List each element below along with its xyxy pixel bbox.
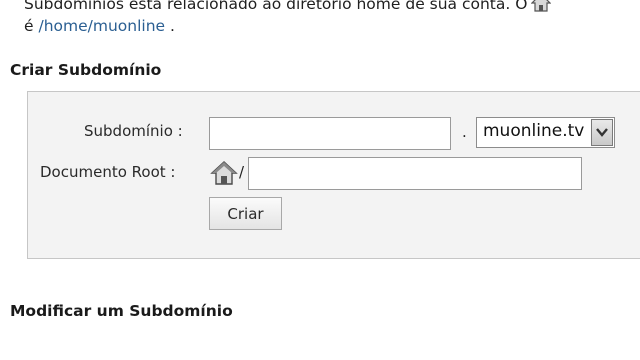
modify-subdomain-heading: Modificar um Subdomínio bbox=[10, 302, 233, 320]
intro-line-2-suffix: . bbox=[165, 17, 175, 35]
document-root-input[interactable] bbox=[248, 157, 582, 190]
subdomains-page: Subdomínios está relacionado ao diretóri… bbox=[0, 0, 640, 360]
intro-line-2: é /home/muonline . bbox=[24, 15, 551, 37]
intro-line-1: Subdomínios está relacionado ao diretóri… bbox=[24, 0, 552, 15]
root-path-prefix: / bbox=[239, 163, 245, 181]
subdomain-label: Subdomínio : bbox=[84, 122, 183, 140]
create-button[interactable]: Criar bbox=[209, 197, 282, 230]
domain-select-value: muonline.tv bbox=[483, 121, 585, 141]
intro-line-1-text: Subdomínios está relacionado ao diretóri… bbox=[24, 0, 528, 13]
domain-select[interactable]: muonline.tv bbox=[476, 117, 615, 148]
subdomain-input[interactable] bbox=[209, 117, 451, 150]
create-subdomain-heading: Criar Subdomínio bbox=[10, 61, 162, 79]
document-root-label: Documento Root : bbox=[40, 163, 176, 181]
home-icon bbox=[210, 160, 238, 190]
chevron-down-icon[interactable] bbox=[591, 119, 613, 146]
home-path-link[interactable]: /home/muonline bbox=[38, 17, 165, 35]
domain-separator: . bbox=[462, 123, 467, 141]
intro-text: Subdomínios está relacionado ao diretóri… bbox=[24, 0, 552, 37]
intro-line-2-prefix: é bbox=[24, 17, 39, 35]
home-icon bbox=[531, 0, 552, 19]
